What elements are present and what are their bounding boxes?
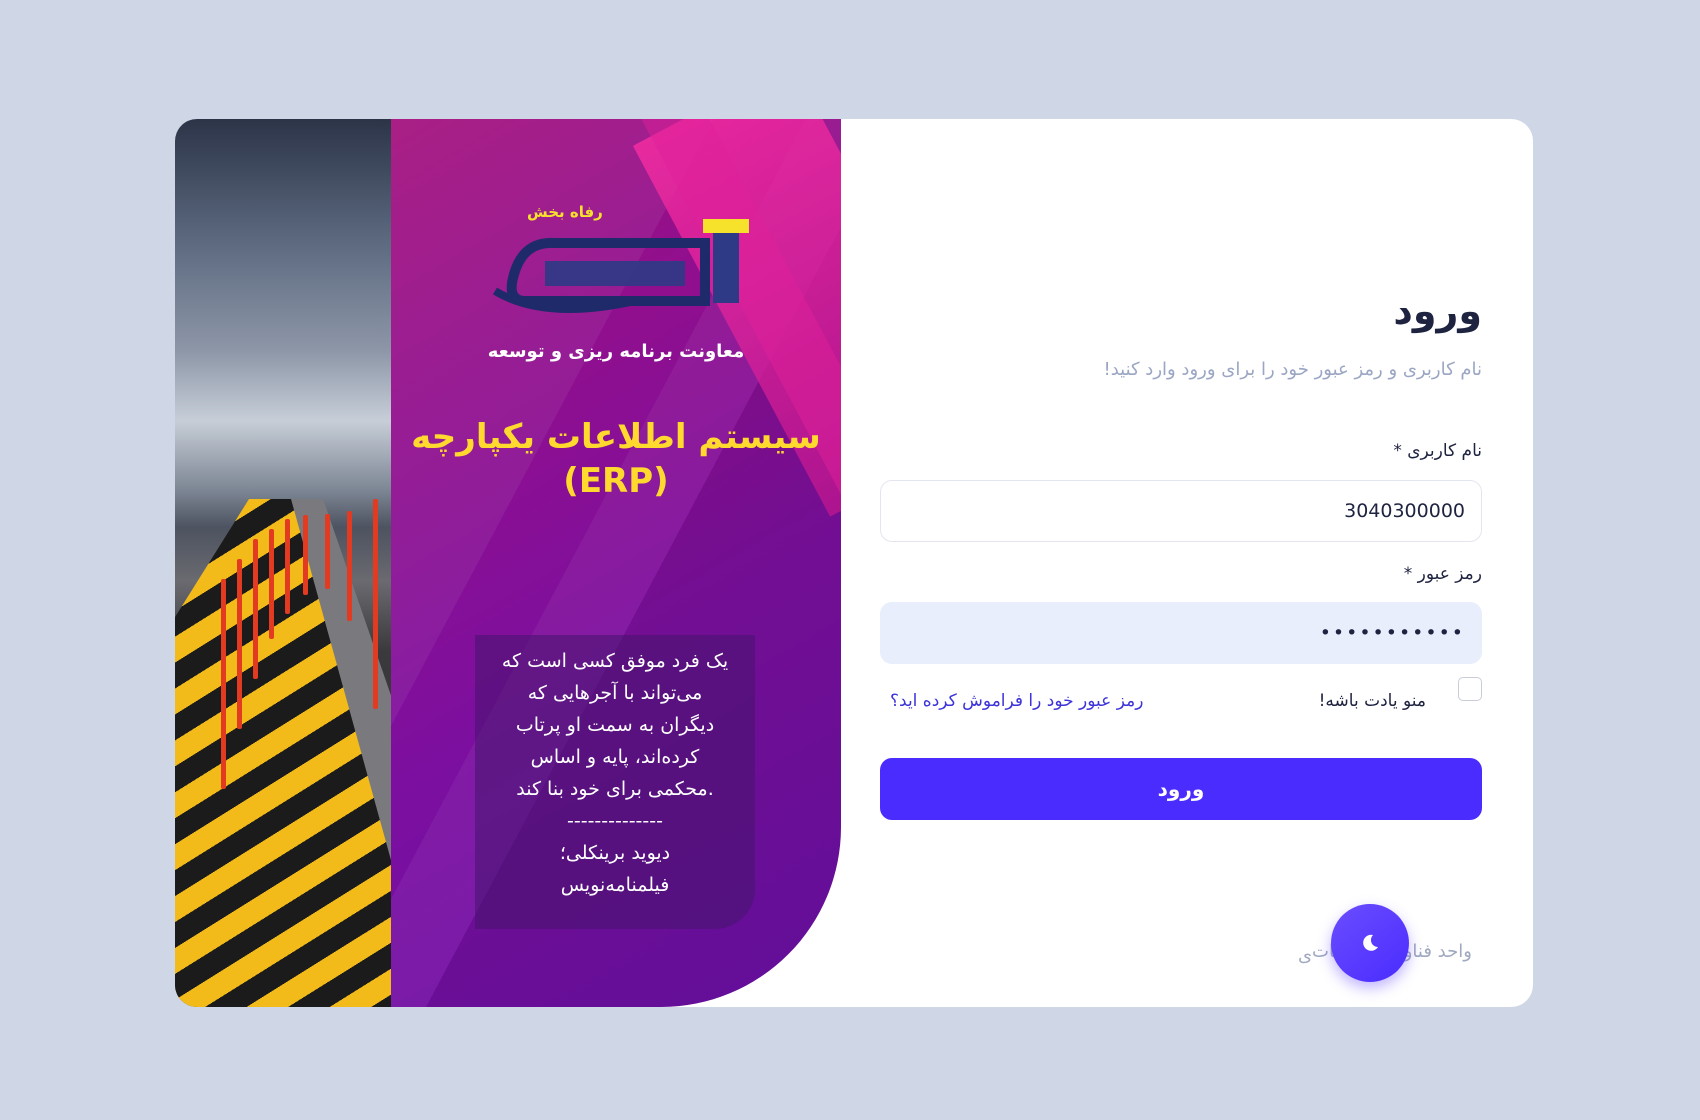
username-label: نام کاربری * — [1393, 441, 1482, 461]
moon-icon — [1363, 934, 1378, 951]
quote-line: محکمی برای خود بنا کند. — [516, 778, 714, 800]
remember-me[interactable] — [1432, 677, 1482, 701]
system-title-line2: (ERP) — [563, 461, 669, 501]
password-label: رمز عبور * — [1403, 564, 1482, 584]
company-logo — [485, 201, 757, 321]
quote-line: کرده‌اند، پایه و اساس — [530, 746, 700, 768]
system-title-line1: سیستم اطلاعات یکپارچه — [411, 417, 821, 457]
page-subtitle: نام کاربری و رمز عبور خود را برای ورود و… — [1103, 359, 1482, 380]
login-card: رفاه بخش معاونت برنامه ریزی و توسعه سیست… — [175, 119, 1533, 1007]
system-title: سیستم اطلاعات یکپارچه (ERP) — [391, 415, 841, 503]
promo-panel: رفاه بخش معاونت برنامه ریزی و توسعه سیست… — [391, 119, 841, 1007]
username-input[interactable] — [880, 480, 1482, 542]
quote-author: دیوید برینکلی؛ — [559, 842, 671, 864]
road-photo — [175, 119, 391, 1007]
theme-toggle-button[interactable] — [1331, 904, 1409, 982]
quote-line: یک فرد موفق کسی است که — [501, 650, 729, 672]
quote-line: دیگران به سمت او پرتاب — [515, 714, 715, 736]
company-logo-mark — [492, 219, 749, 313]
login-button[interactable]: ورود — [880, 758, 1482, 820]
brand-small-text: رفاه بخش — [527, 203, 603, 221]
quote-divider: -------------- — [567, 810, 663, 832]
page-title: ورود — [1393, 289, 1482, 333]
remember-checkbox[interactable] — [1458, 677, 1482, 701]
department-text: معاونت برنامه ریزی و توسعه — [487, 341, 745, 362]
password-input[interactable] — [880, 602, 1482, 664]
quote-author-role: فیلمنامه‌نویس — [560, 874, 670, 896]
footer-partial-text: ی — [1298, 945, 1313, 966]
quote-line: می‌تواند با آجرهایی که — [527, 682, 703, 704]
login-form: ورود نام کاربری و رمز عبور خود را برای و… — [878, 119, 1482, 1007]
remember-label: منو یادت باشه! — [1318, 691, 1426, 711]
forgot-password-link[interactable]: رمز عبور خود را فراموش کرده اید؟ — [890, 691, 1143, 711]
quote-box: یک فرد موفق کسی است که می‌تواند با آجرها… — [475, 635, 755, 929]
